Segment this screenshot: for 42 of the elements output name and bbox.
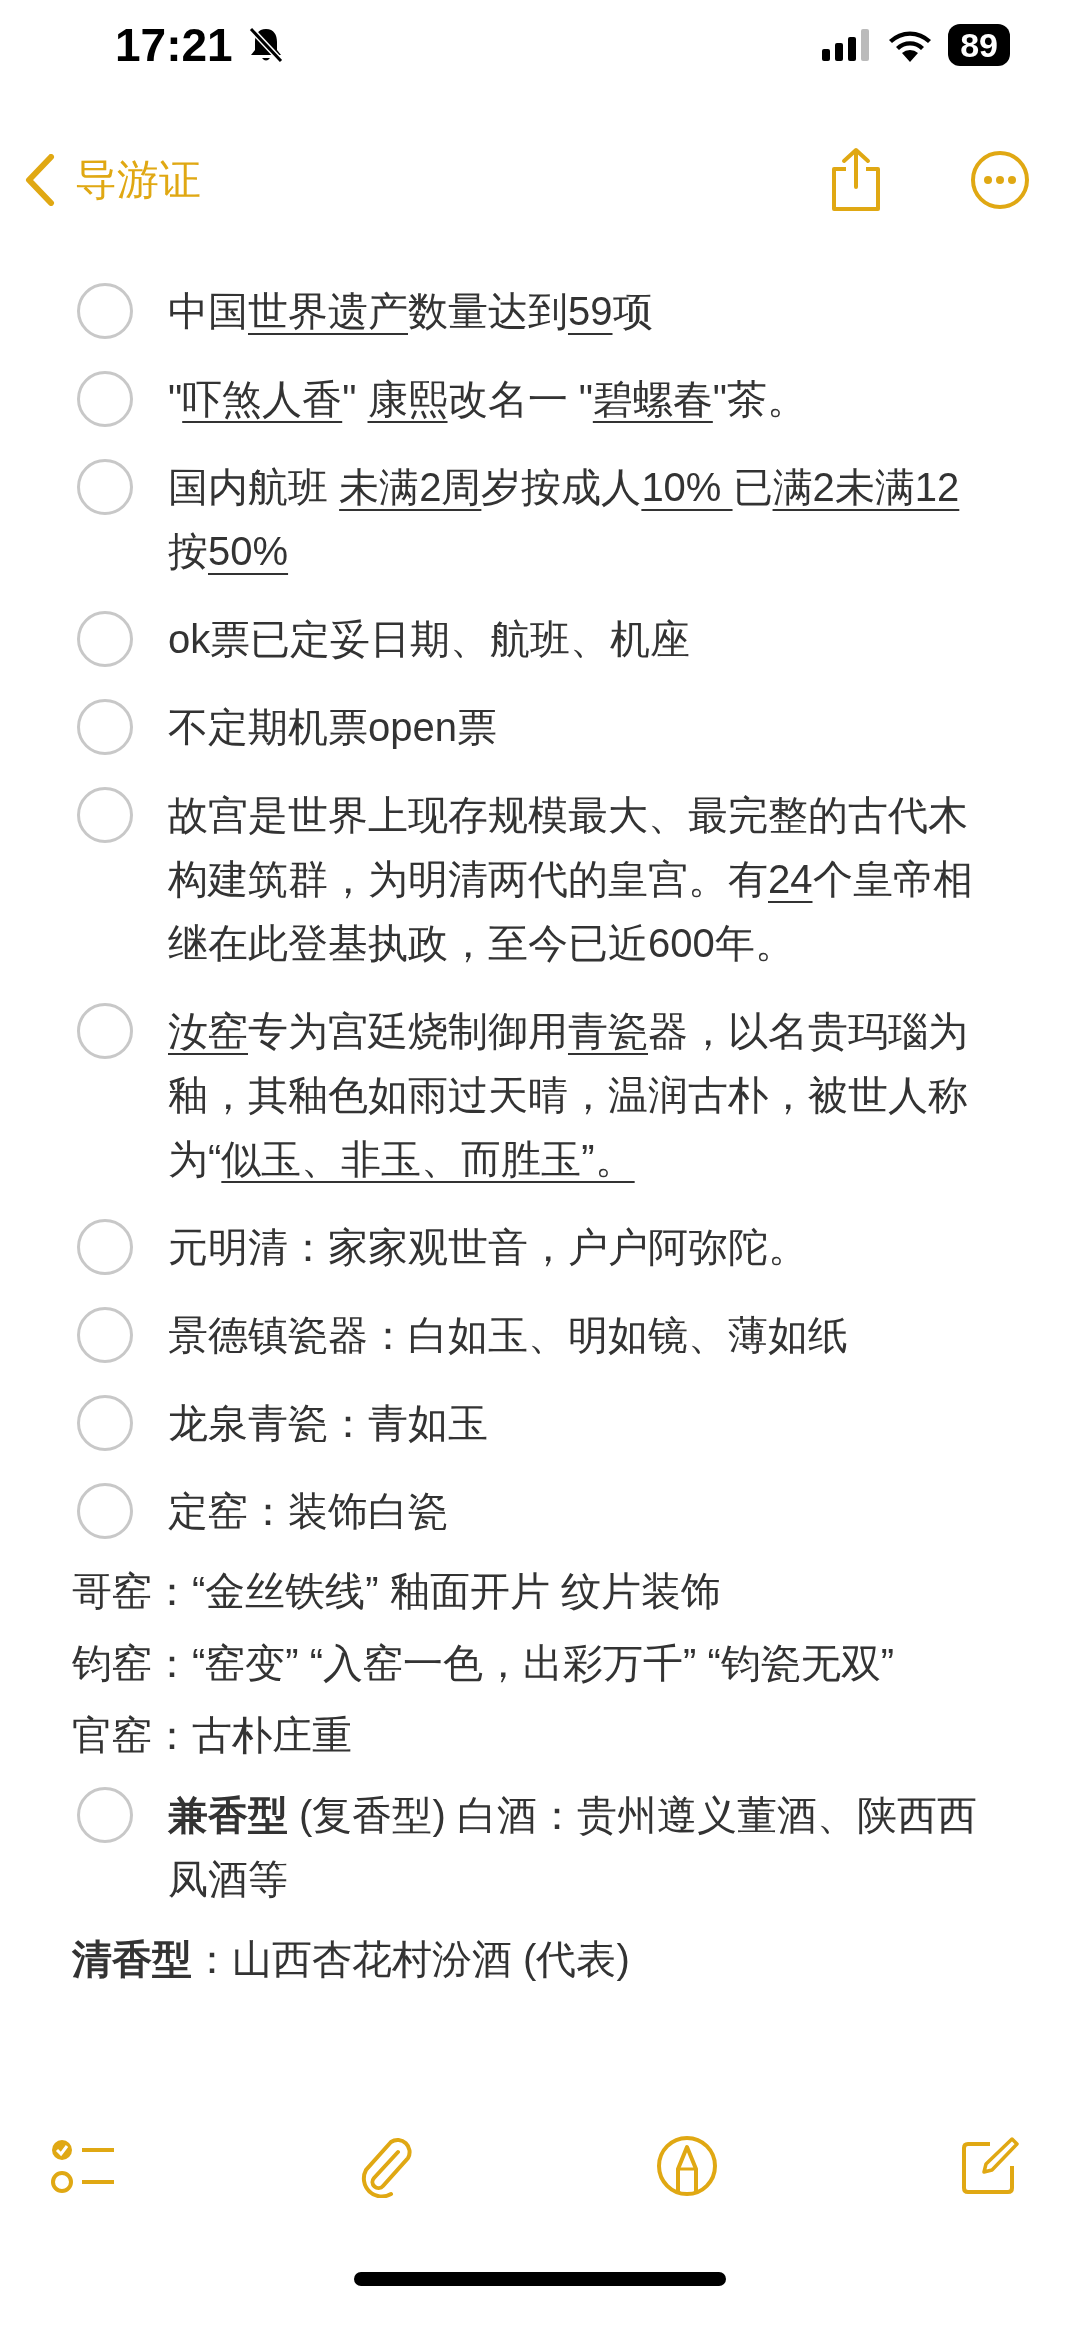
note-text: 兼香型 (复香型) 白酒：贵州遵义董酒、陕西西凤酒等 xyxy=(168,1792,978,1903)
note-text: 钧窑：“窑变” “入窑一色，出彩万千” “钧瓷无双” xyxy=(72,1640,895,1687)
battery-indicator: 89 xyxy=(948,24,1010,66)
note-text: 官窑：古朴庄重 xyxy=(72,1712,352,1759)
checklist-circle[interactable] xyxy=(77,459,133,515)
share-icon xyxy=(830,147,882,213)
checklist-circle[interactable] xyxy=(77,371,133,427)
more-icon xyxy=(970,150,1030,210)
note-text: 元明清：家家观世音，户户阿弥陀。 xyxy=(168,1224,808,1271)
share-button[interactable] xyxy=(830,147,882,213)
note-text: 景德镇瓷器：白如玉、明如镜、薄如纸 xyxy=(168,1312,848,1359)
checklist-circle[interactable] xyxy=(77,787,133,843)
more-button[interactable] xyxy=(970,150,1030,210)
checklist-circle[interactable] xyxy=(77,699,133,755)
back-button[interactable]: 导游证 xyxy=(25,152,201,208)
note-text: 清香型：山西杏花村汾酒 (代表) xyxy=(72,1936,630,1983)
checklist-circle[interactable] xyxy=(77,283,133,339)
checklist-circle[interactable] xyxy=(77,1395,133,1451)
checklist-circle[interactable] xyxy=(77,1787,133,1843)
note-text: "吓煞人香" 康熙改名一 "碧螺春"茶。 xyxy=(168,376,808,423)
pen-circle-icon xyxy=(656,2135,718,2197)
checklist-circle[interactable] xyxy=(77,1219,133,1275)
note-text: 不定期机票open票 xyxy=(168,704,497,751)
status-time: 17:21 xyxy=(115,18,233,72)
note-text: 龙泉青瓷：青如玉 xyxy=(168,1400,488,1447)
compose-icon xyxy=(960,2136,1020,2196)
note-text: 汝窑专为宫廷烧制御用青瓷器，以名贵玛瑙为釉，其釉色如雨过天晴，温润古朴，被世人称为“似玉、非玉、而胜玉”。 xyxy=(168,1008,969,1183)
note-text: 故宫是世界上现存规模最大、最完整的古代木构建筑群，为明清两代的皇宫。有24个皇帝相继在此登基执政，至今已近600年。 xyxy=(168,792,974,967)
markup-button[interactable] xyxy=(656,2135,718,2197)
checklist-circle[interactable] xyxy=(77,1307,133,1363)
checklist-button[interactable] xyxy=(50,2138,116,2194)
note-text: 定窑：装饰白瓷 xyxy=(168,1488,448,1535)
chevron-left-icon xyxy=(25,154,55,206)
note-text: 中国世界遗产数量达到59项 xyxy=(168,288,653,335)
checklist-circle[interactable] xyxy=(77,1003,133,1059)
compose-button[interactable] xyxy=(960,2136,1020,2196)
note-text: ok票已定妥日期、航班、机座 xyxy=(168,616,691,663)
checklist-circle[interactable] xyxy=(77,611,133,667)
note-text: 哥窑：“金丝铁线” 釉面开片 纹片装饰 xyxy=(72,1568,721,1615)
checklist-icon xyxy=(50,2138,116,2194)
note-text: 国内航班 未满2周岁按成人10% 已满2未满12 按50% xyxy=(168,464,961,575)
checklist-circle[interactable] xyxy=(77,1483,133,1539)
